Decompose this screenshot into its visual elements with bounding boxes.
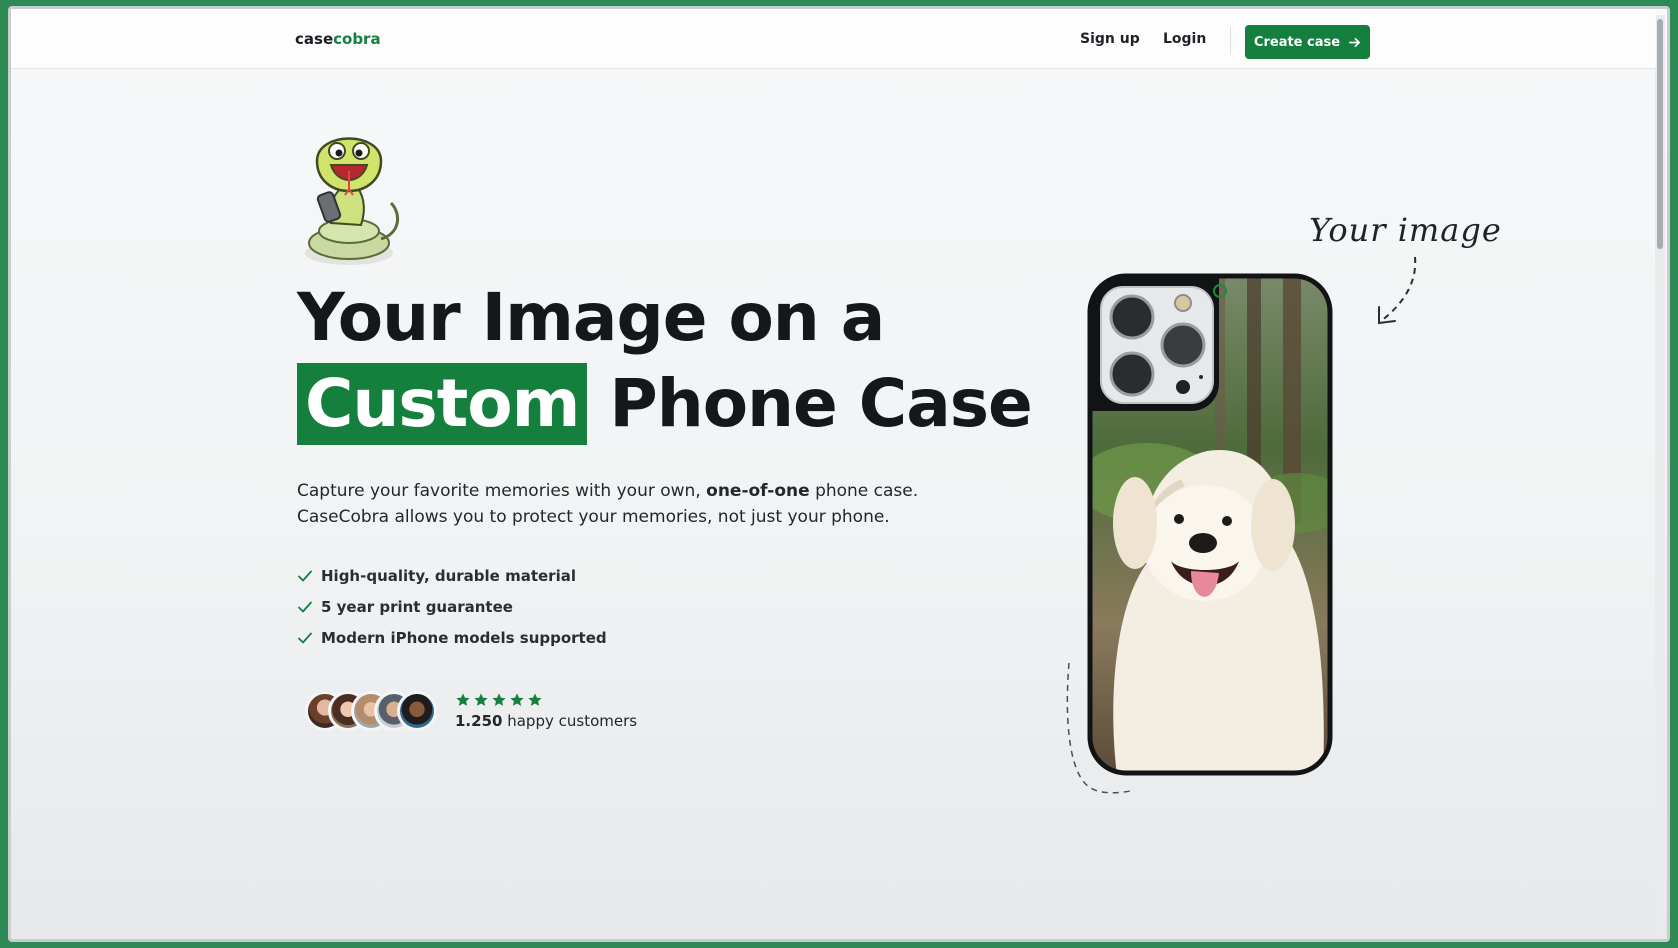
star-rating <box>455 692 637 708</box>
headline-rest: Phone Case <box>609 365 1032 442</box>
customers-count: 1.250 <box>455 712 503 730</box>
happy-customers-text: 1.250 happy customers <box>455 712 637 730</box>
customer-avatars <box>305 691 437 731</box>
feature-label: Modern iPhone models supported <box>321 628 607 647</box>
check-icon <box>298 570 312 581</box>
headline-highlight: Custom <box>297 363 588 445</box>
browser-viewport: casecobra Sign up Login Create case Your… <box>8 6 1670 942</box>
star-icon <box>528 693 542 706</box>
hero-headline: Your Image on a Custom Phone Case <box>297 275 1033 447</box>
headline-line-1: Your Image on a <box>297 279 885 356</box>
headline-line-2: Custom Phone Case <box>297 361 1033 447</box>
star-icon <box>492 693 506 706</box>
snake-mascot-icon <box>305 137 400 265</box>
your-image-annotation: Your image <box>1309 211 1502 249</box>
feature-item: 5 year print guarantee <box>297 591 607 622</box>
description-part-1: Capture your favorite memories with your… <box>297 481 701 501</box>
logo-text-cobra: cobra <box>333 30 381 48</box>
check-icon <box>298 632 312 643</box>
hero-description: Capture your favorite memories with your… <box>297 478 937 530</box>
avatar <box>397 691 437 731</box>
star-icon <box>474 693 488 706</box>
curved-arrow-icon <box>1378 256 1417 325</box>
customer-rating: 1.250 happy customers <box>455 692 637 730</box>
brand-logo[interactable]: casecobra <box>295 30 381 48</box>
customers-label: happy customers <box>507 712 638 730</box>
description-bold: one-of-one <box>706 481 810 501</box>
arrow-right-icon <box>1349 37 1361 47</box>
scrollbar-thumb[interactable] <box>1657 19 1663 249</box>
top-navbar: casecobra Sign up Login Create case <box>11 9 1656 69</box>
description-line-2: CaseCobra allows you to protect your mem… <box>297 507 890 527</box>
feature-item: Modern iPhone models supported <box>297 622 607 653</box>
logo-text-case: case <box>295 30 334 48</box>
feature-item: High-quality, durable material <box>297 560 607 591</box>
nav-divider <box>1230 27 1231 55</box>
signup-link[interactable]: Sign up <box>1080 31 1140 47</box>
create-case-button[interactable]: Create case <box>1245 25 1370 59</box>
create-case-label: Create case <box>1253 34 1341 50</box>
phone-case-preview <box>1087 273 1333 776</box>
login-link[interactable]: Login <box>1163 31 1206 47</box>
feature-label: High-quality, durable material <box>321 566 576 585</box>
star-icon <box>456 693 470 706</box>
feature-label: 5 year print guarantee <box>321 597 513 616</box>
vertical-scrollbar[interactable] <box>1655 15 1665 935</box>
star-icon <box>510 693 524 706</box>
check-icon <box>298 601 312 612</box>
description-part-2: phone case. <box>815 481 919 501</box>
feature-list: High-quality, durable material 5 year pr… <box>297 560 607 653</box>
